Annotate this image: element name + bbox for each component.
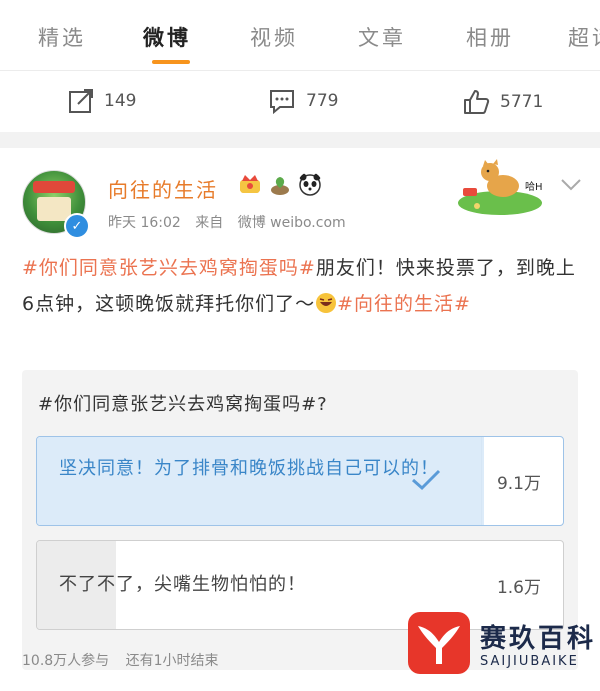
watermark: 赛玖百科 SAIJIUBAIKE (408, 612, 593, 682)
like-count: 5771 (500, 92, 544, 112)
weibo-post-card: ✓ 向往的生活 昨天 16:02 来自 微博 weibo.com 哈H #你们同… (0, 148, 600, 691)
hashtag-link[interactable]: #你们同意张艺兴去鸡窝掏蛋吗# (22, 257, 316, 279)
post-time: 昨天 16:02 (108, 215, 181, 231)
shiba-sticker-icon: 哈H (458, 159, 543, 215)
like-button[interactable]: 5771 (462, 88, 543, 116)
poll-participants: 10.8万人参与 (22, 653, 110, 669)
tab-supertopic[interactable]: 超话 (568, 22, 600, 52)
comment-count: 779 (306, 91, 339, 111)
plant-badge-icon (271, 177, 289, 195)
poll-option-label: 坚决同意！为了排骨和晚饭挑战自己可以的！ (59, 458, 439, 479)
thumbs-up-icon (462, 88, 490, 116)
repost-button[interactable]: 149 (68, 88, 136, 114)
watermark-logo-icon (408, 612, 470, 674)
panda-badge-icon (299, 173, 321, 196)
svg-text:哈H: 哈H (525, 180, 543, 193)
comment-button[interactable]: 779 (268, 88, 338, 114)
post-source[interactable]: 微博 weibo.com (238, 215, 346, 231)
poll-time-left: 还有1小时结束 (125, 653, 219, 669)
post-meta: 昨天 16:02 来自 微博 weibo.com (108, 212, 356, 232)
crown-badge-icon (240, 175, 260, 193)
poll-question: #你们同意张艺兴去鸡窝掏蛋吗#? (38, 394, 328, 415)
hashtag-link[interactable]: #向往的生活# (337, 293, 471, 315)
post-action-bar: 149 779 5771 (0, 72, 600, 132)
check-icon (412, 469, 441, 491)
post-text: #你们同意张艺兴去鸡窝掏蛋吗#朋友们！快来投票了，到晚上6点钟，这顿晚饭就拜托你… (22, 250, 578, 322)
share-icon (68, 88, 94, 114)
tab-albums[interactable]: 相册 (466, 22, 514, 52)
tab-weibo[interactable]: 微博 (143, 22, 191, 52)
profile-tab-bar: 精选 微博 视频 文章 相册 超话 (0, 0, 600, 70)
tab-featured[interactable]: 精选 (38, 22, 86, 52)
laughing-emoji-icon (316, 293, 337, 313)
divider (481, 437, 482, 525)
active-tab-indicator (152, 60, 190, 64)
section-gap (0, 132, 600, 148)
chevron-down-icon[interactable] (560, 178, 582, 192)
poll-footer: 10.8万人参与 还有1小时结束 (22, 650, 231, 670)
divider (0, 70, 600, 71)
poll-option-count: 1.6万 (496, 578, 541, 598)
tab-articles[interactable]: 文章 (358, 22, 406, 52)
poll-option-count: 9.1万 (496, 474, 541, 494)
user-badges (238, 172, 322, 196)
watermark-subtitle: SAIJIUBAIKE (480, 654, 579, 669)
avatar-banner-shape (33, 181, 75, 193)
comment-icon (268, 88, 296, 114)
post-source-prefix: 来自 (195, 215, 224, 231)
poll-option-label: 不了不了，尖嘴生物怕怕的！ (59, 574, 306, 595)
poll-option-agree[interactable]: 坚决同意！为了排骨和晚饭挑战自己可以的！ 9.1万 (36, 436, 564, 526)
watermark-title: 赛玖百科 (480, 624, 597, 654)
repost-count: 149 (104, 91, 137, 111)
tab-video[interactable]: 视频 (250, 22, 298, 52)
username[interactable]: 向往的生活 (108, 174, 218, 203)
verified-badge-icon: ✓ (64, 213, 90, 239)
